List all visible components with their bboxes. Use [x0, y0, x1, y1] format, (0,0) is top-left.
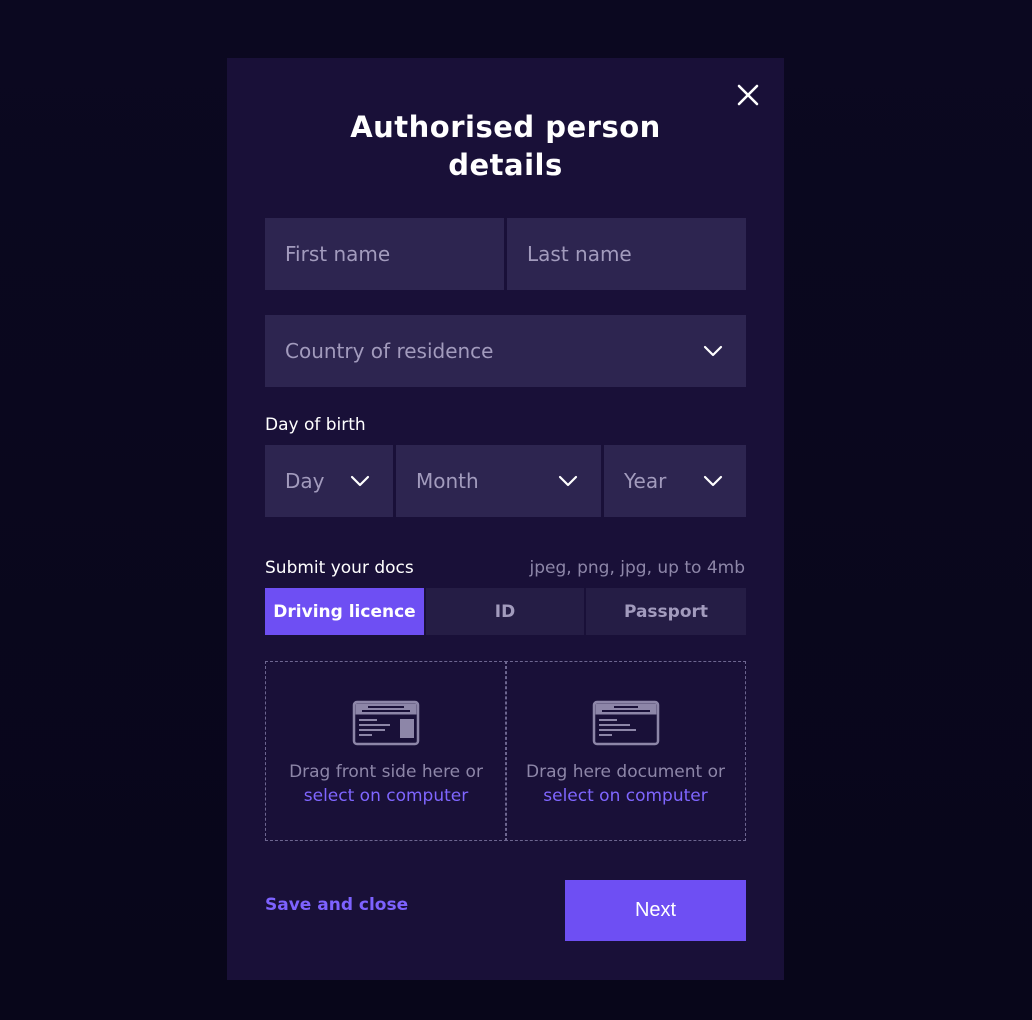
first-name-placeholder: First name — [285, 242, 391, 266]
tab-id-label: ID — [494, 601, 516, 622]
month-select[interactable]: Month — [396, 445, 601, 517]
modal-title-line2: details — [448, 148, 563, 182]
month-placeholder: Month — [416, 469, 479, 493]
year-placeholder: Year — [624, 469, 667, 493]
country-select[interactable]: Country of residence — [265, 315, 746, 387]
country-placeholder: Country of residence — [285, 339, 494, 363]
last-name-field[interactable]: Last name — [507, 218, 746, 290]
close-button[interactable] — [735, 82, 761, 108]
document-dropzone-text: Drag here document or — [526, 762, 725, 782]
tab-passport-label: Passport — [623, 601, 709, 622]
day-select[interactable]: Day — [265, 445, 393, 517]
document-dropzone[interactable]: Drag here document or select on computer — [505, 661, 746, 841]
first-name-field[interactable]: First name — [265, 218, 504, 290]
tab-id[interactable]: ID — [426, 588, 584, 635]
authorised-person-modal: Authorised person details First name Las… — [227, 58, 784, 980]
id-card-icon — [352, 700, 420, 746]
front-select-link[interactable]: select on computer — [304, 784, 468, 808]
front-side-dropzone[interactable]: Drag front side here or select on comput… — [265, 661, 507, 841]
front-dropzone-text: Drag front side here or — [289, 762, 483, 782]
document-select-link[interactable]: select on computer — [543, 784, 707, 808]
chevron-down-icon — [350, 475, 370, 487]
close-icon — [737, 84, 759, 106]
tab-driving-licence-label: Driving licence — [273, 601, 416, 622]
save-and-close-link[interactable]: Save and close — [265, 895, 408, 915]
modal-title-line1: Authorised person — [350, 110, 661, 144]
tab-passport[interactable]: Passport — [586, 588, 746, 635]
file-types-hint: jpeg, png, jpg, up to 4mb — [529, 558, 745, 578]
submit-docs-label: Submit your docs — [265, 558, 414, 578]
year-select[interactable]: Year — [604, 445, 746, 517]
day-of-birth-label: Day of birth — [265, 415, 366, 435]
last-name-placeholder: Last name — [527, 242, 632, 266]
modal-title: Authorised person details — [287, 108, 724, 184]
tab-driving-licence[interactable]: Driving licence — [265, 588, 424, 635]
next-button[interactable]: Next — [565, 880, 746, 941]
document-card-icon — [592, 700, 659, 746]
chevron-down-icon — [558, 475, 578, 487]
chevron-down-icon — [703, 475, 723, 487]
chevron-down-icon — [703, 345, 723, 357]
day-placeholder: Day — [285, 469, 325, 493]
